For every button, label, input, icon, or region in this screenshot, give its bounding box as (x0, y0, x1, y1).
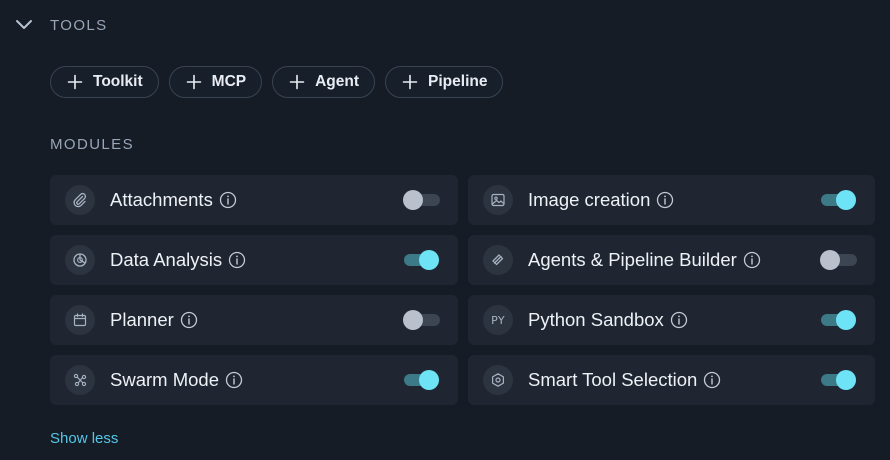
info-icon[interactable] (219, 191, 237, 209)
tools-section-header[interactable]: TOOLS (14, 12, 108, 38)
calendar-icon (65, 305, 95, 335)
info-icon[interactable] (228, 251, 246, 269)
data-analysis-toggle[interactable] (402, 248, 442, 272)
plus-icon (186, 74, 201, 90)
info-icon[interactable] (180, 311, 198, 329)
smart-tool-selection-toggle[interactable] (819, 368, 859, 392)
pie-chart-icon (65, 245, 95, 275)
module-card-planner: Planner (50, 295, 458, 345)
modules-grid: Attachments Image creation Data Analysis… (50, 175, 875, 405)
module-label: Swarm Mode (110, 369, 219, 390)
swarm-mode-toggle[interactable] (402, 368, 442, 392)
image-creation-toggle[interactable] (819, 188, 859, 212)
chevron-down-icon[interactable] (14, 15, 34, 35)
info-icon[interactable] (670, 311, 688, 329)
add-pipeline-button[interactable]: Pipeline (385, 66, 504, 98)
add-pipeline-label: Pipeline (428, 73, 488, 90)
layers-icon (483, 245, 513, 275)
module-label: Data Analysis (110, 249, 223, 270)
module-label: Smart Tool Selection (528, 369, 698, 390)
image-icon (483, 185, 513, 215)
module-card-image-creation: Image creation (468, 175, 875, 225)
network-icon (65, 365, 95, 395)
tools-title: TOOLS (50, 16, 108, 34)
hexagon-icon (483, 365, 513, 395)
info-icon[interactable] (743, 251, 761, 269)
py-icon: PY (483, 305, 513, 335)
module-card-agents-pipeline-builder: Agents & Pipeline Builder (468, 235, 875, 285)
paperclip-icon (65, 185, 95, 215)
module-label: Image creation (528, 189, 651, 210)
module-card-python-sandbox: PY Python Sandbox (468, 295, 875, 345)
info-icon[interactable] (703, 371, 721, 389)
agents-pipeline-builder-toggle[interactable] (819, 248, 859, 272)
module-label: Python Sandbox (528, 309, 664, 330)
add-agent-label: Agent (315, 73, 360, 90)
add-mcp-label: MCP (211, 73, 247, 90)
plus-icon (67, 74, 83, 90)
attachments-toggle[interactable] (402, 188, 442, 212)
py-icon-text: PY (491, 313, 505, 327)
module-card-swarm-mode: Swarm Mode (50, 355, 458, 405)
module-card-data-analysis: Data Analysis (50, 235, 458, 285)
add-agent-button[interactable]: Agent (272, 66, 376, 98)
show-less-link[interactable]: Show less (50, 430, 118, 447)
module-label: Planner (110, 309, 174, 330)
plus-icon (289, 74, 305, 90)
plus-icon (402, 74, 418, 90)
module-card-attachments: Attachments (50, 175, 458, 225)
planner-toggle[interactable] (402, 308, 442, 332)
module-label: Attachments (110, 189, 213, 210)
info-icon[interactable] (656, 191, 674, 209)
modules-title: MODULES (50, 136, 134, 153)
python-sandbox-toggle[interactable] (819, 308, 859, 332)
add-mcp-button[interactable]: MCP (168, 66, 263, 98)
module-label: Agents & Pipeline Builder (528, 249, 737, 270)
add-buttons-row: Toolkit MCP Agent Pipeline (50, 66, 504, 100)
module-card-smart-tool-selection: Smart Tool Selection (468, 355, 875, 405)
add-toolkit-label: Toolkit (93, 73, 143, 90)
tools-panel: TOOLS Toolkit MCP Agent Pipeline MODULES… (0, 0, 890, 460)
add-toolkit-button[interactable]: Toolkit (50, 66, 159, 98)
info-icon[interactable] (225, 371, 243, 389)
